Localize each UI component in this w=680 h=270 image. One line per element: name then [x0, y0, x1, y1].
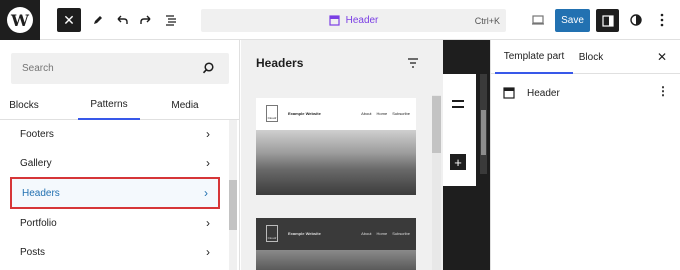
settings-sidebar-toggle[interactable]	[596, 9, 619, 32]
category-footers[interactable]: Footers ›	[10, 120, 220, 148]
nav-link: Home	[376, 231, 388, 236]
pattern-card[interactable]: Cloudr Example Website About Home Subscr…	[256, 98, 416, 195]
nav-link: Home	[376, 111, 388, 116]
tab-blocks[interactable]: Blocks	[0, 90, 48, 120]
site-logo: Cloudr	[266, 225, 278, 242]
category-gallery[interactable]: Gallery ›	[10, 149, 220, 177]
pen-icon[interactable]	[86, 8, 110, 32]
nav-link: About	[361, 231, 372, 236]
save-button[interactable]: Save	[555, 9, 590, 32]
nav-links: About Home Subscribe	[361, 111, 410, 116]
sidebar-icon	[601, 14, 614, 27]
pattern-panel-title: Headers	[256, 56, 304, 70]
menu-icon[interactable]	[452, 100, 466, 112]
category-label: Gallery	[20, 157, 52, 169]
chevron-right-icon: ›	[206, 127, 210, 141]
settings-sidebar: Template part Block ✕ Header ⋮	[490, 40, 680, 270]
site-name: Example Website	[288, 231, 321, 236]
device-preview-icon[interactable]	[526, 8, 550, 32]
chevron-right-icon: ›	[206, 216, 210, 230]
block-card: Header	[503, 84, 671, 102]
top-toolbar: W ✕ Header Ctrl+K Save	[0, 0, 680, 40]
options-menu-icon[interactable]	[650, 8, 674, 32]
canvas-scrollbar-thumb[interactable]	[481, 110, 486, 155]
add-block-icon[interactable]: +	[450, 154, 466, 170]
tab-block[interactable]: Block	[577, 40, 605, 74]
tab-patterns[interactable]: Patterns	[78, 90, 140, 120]
category-portfolio[interactable]: Portfolio ›	[10, 209, 220, 237]
list-view-icon[interactable]	[159, 8, 183, 32]
chevron-right-icon: ›	[206, 156, 210, 170]
nav-link: Subscribe	[392, 231, 410, 236]
template-part-icon	[503, 87, 515, 99]
pattern-card[interactable]: Cloudr Example Website About Home Subscr…	[256, 218, 416, 270]
pattern-header-nav: Cloudr Example Website About Home Subscr…	[256, 218, 416, 250]
nav-link: Subscribe	[392, 111, 410, 116]
category-label: Posts	[20, 246, 46, 258]
pattern-scrollbar-thumb[interactable]	[432, 96, 441, 153]
filter-icon[interactable]	[407, 58, 419, 68]
category-scrollbar-thumb[interactable]	[229, 180, 237, 230]
close-icon[interactable]: ✕	[657, 50, 667, 64]
site-logo: Cloudr	[266, 105, 278, 122]
chevron-right-icon: ›	[206, 245, 210, 259]
inserter-panel: Blocks Patterns Media Footers › Gallery …	[0, 40, 240, 270]
document-title: Header	[345, 15, 379, 26]
category-label: Headers	[22, 187, 60, 199]
block-name: Header	[527, 87, 560, 99]
category-label: Footers	[20, 128, 54, 140]
more-options-icon[interactable]: ⋮	[657, 84, 669, 98]
pattern-header-nav: Cloudr Example Website About Home Subscr…	[256, 98, 416, 130]
close-icon[interactable]: ✕	[57, 8, 81, 32]
document-bar[interactable]: Header Ctrl+K	[201, 9, 506, 32]
tab-template-part[interactable]: Template part	[495, 40, 573, 74]
search-box	[11, 53, 229, 84]
chevron-right-icon: ›	[204, 186, 208, 200]
inserter-tabs: Blocks Patterns Media	[0, 90, 240, 120]
settings-tabs: Template part Block ✕	[491, 40, 680, 74]
forest-photo	[256, 130, 416, 195]
wordpress-logo-button[interactable]: W	[0, 0, 40, 40]
template-part-icon	[328, 15, 340, 26]
pattern-preview-panel: Headers Cloudr Example Website About Hom…	[241, 40, 443, 270]
forest-photo	[256, 250, 416, 270]
styles-icon[interactable]	[624, 8, 648, 32]
category-headers[interactable]: Headers ›	[10, 177, 220, 209]
redo-icon[interactable]	[134, 8, 158, 32]
command-shortcut: Ctrl+K	[474, 15, 500, 26]
nav-link: About	[361, 111, 372, 116]
search-input[interactable]	[11, 53, 201, 84]
nav-links: About Home Subscribe	[361, 231, 410, 236]
search-icon[interactable]	[202, 62, 215, 75]
wordpress-icon: W	[7, 7, 33, 33]
category-label: Portfolio	[20, 217, 57, 229]
category-posts[interactable]: Posts ›	[10, 238, 220, 266]
tab-media[interactable]: Media	[160, 90, 210, 120]
site-name: Example Website	[288, 111, 321, 116]
undo-icon[interactable]	[110, 8, 134, 32]
